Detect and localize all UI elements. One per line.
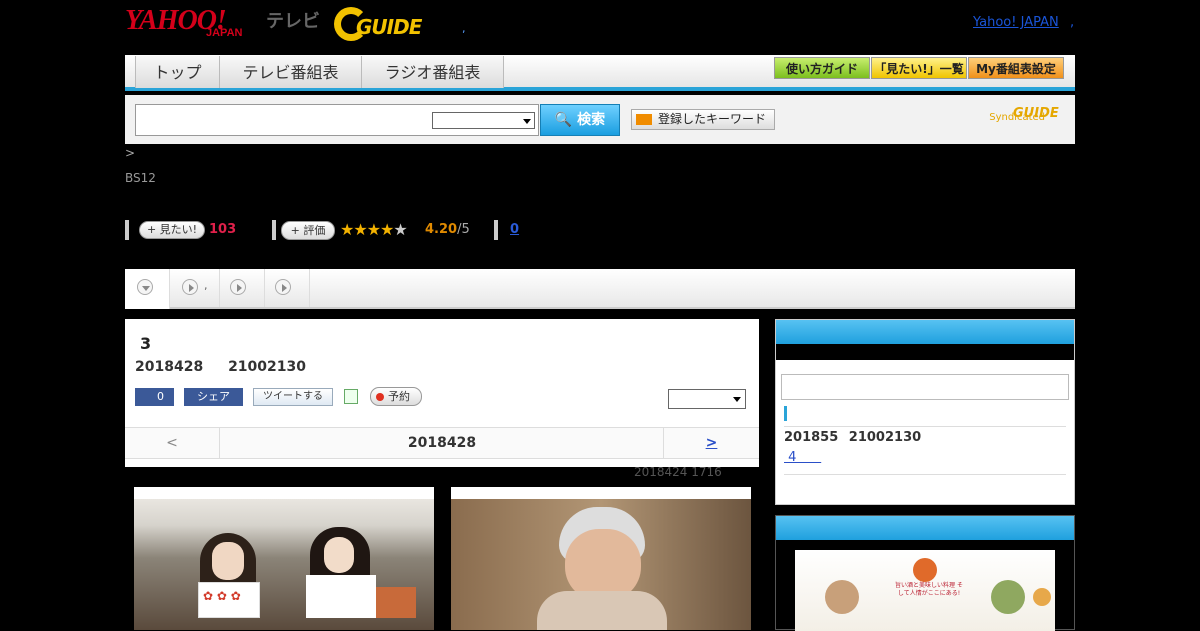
tv-logo-text[interactable]: テレビ	[266, 7, 320, 33]
keyword-arrow-icon	[636, 114, 652, 125]
sidebar-schedule-box: 201855 21002130 4	[775, 319, 1075, 505]
program-air-date: 2018428 21002130	[135, 359, 306, 375]
rating-stars-filled: ★★★★	[340, 220, 394, 239]
mitai-list-button[interactable]: 「見たい!」一覧	[871, 57, 967, 79]
gguide-logo-text: GUIDE	[356, 15, 422, 39]
episode-nav: < 2018428 >	[125, 427, 759, 459]
tab-play-icon	[230, 279, 246, 295]
review-count-link[interactable]: 0	[510, 222, 519, 237]
mitai-count: 103	[209, 222, 237, 237]
next-episode-link[interactable]: >	[663, 428, 759, 458]
gguide-logo[interactable]: GUIDE	[334, 7, 432, 41]
registered-keywords-label: 登録したキーワード	[658, 112, 767, 126]
yahoo-japan-logo-text: JAPAN	[206, 27, 243, 39]
registered-keywords-button[interactable]: 登録したキーワード	[631, 109, 775, 130]
rating-max: /5	[457, 222, 470, 237]
header-separator: ,	[462, 22, 466, 35]
rating-value: 4.20/5	[425, 222, 470, 237]
record-reservation-button[interactable]: 予約	[370, 387, 422, 406]
sidebar-divider	[784, 474, 1066, 475]
nav-tab-top[interactable]: トップ	[135, 56, 220, 88]
sidebar-ad-header	[776, 516, 1074, 540]
header-link-separator: ,	[1070, 15, 1075, 30]
rate-button[interactable]: + 評価	[281, 221, 335, 240]
ad-food-image	[1033, 588, 1051, 606]
my-listings-settings-button[interactable]: My番組表設定	[968, 57, 1064, 79]
sidebar-divider	[784, 426, 1066, 427]
sidebar-section-marker	[784, 406, 787, 421]
tab-chevron-down-icon	[137, 279, 153, 295]
search-button[interactable]: 🔍 検索	[540, 104, 620, 136]
yahoo-japan-link[interactable]: Yahoo! JAPAN	[973, 15, 1059, 30]
person-left-face	[212, 542, 244, 580]
tab-4[interactable]	[265, 269, 310, 307]
tab-play-icon	[275, 279, 291, 295]
program-stats: + 見たい! 103 + 評価 ★★★★★ 4.20/5 0	[125, 220, 545, 240]
program-select[interactable]	[668, 389, 746, 409]
gguide-mini-logo: GUIDE	[1013, 106, 1059, 121]
program-photo-elder[interactable]	[451, 487, 751, 630]
search-category-select[interactable]	[432, 112, 535, 129]
orange-sleeve	[376, 587, 416, 618]
sidebar-episode-link[interactable]: 4	[784, 450, 821, 465]
sidebar-box-header	[776, 320, 1074, 344]
mitai-button[interactable]: + 見たい!	[139, 221, 205, 239]
sidebar-box-title-bar	[776, 344, 1074, 360]
program-tabs: ,	[125, 269, 1075, 309]
search-bar: 🔍 検索 登録したキーワード Syndicated GUIDE	[125, 95, 1075, 144]
nav-tab-radio-listings[interactable]: ラジオ番組表	[362, 56, 504, 88]
sidebar-next-airdate: 201855 21002130	[784, 430, 922, 445]
facebook-like-button[interactable]: 0	[135, 388, 174, 406]
drama-ad-banner[interactable]: 旨い酒と美味しい料理 そして人情がここにある!	[795, 550, 1055, 631]
program-detail: 3 2018428 21002130 0 シェア ツイートする 予約 < 201…	[125, 319, 759, 467]
rating-star-empty: ★	[393, 220, 407, 239]
tab-2-label: ,	[204, 279, 208, 292]
program-title: 3	[140, 334, 152, 353]
stats-divider	[494, 220, 498, 240]
tab-2[interactable]: ,	[170, 269, 220, 307]
ad-food-image	[991, 580, 1025, 614]
ad-badge-icon	[913, 558, 937, 582]
stats-divider	[272, 220, 276, 240]
person-right-face	[324, 537, 354, 573]
current-episode-date: 2018428	[407, 435, 477, 451]
channel-name: BS12	[125, 171, 156, 185]
global-nav: トップ テレビ番組表 ラジオ番組表 使い方ガイド 「見たい!」一覧 My番組表設…	[125, 55, 1075, 91]
ad-tagline: 旨い酒と美味しい料理 そして人情がここにある!	[895, 582, 963, 597]
updated-timestamp: 2018424 1716	[634, 465, 722, 479]
tab-3[interactable]	[220, 269, 265, 307]
program-photo-kitchen[interactable]	[134, 487, 434, 630]
elder-body	[537, 591, 667, 630]
nav-tab-tv-listings[interactable]: テレビ番組表	[220, 56, 362, 88]
guide-button[interactable]: 使い方ガイド	[774, 57, 870, 79]
tab-overview[interactable]	[125, 269, 170, 309]
stats-divider	[125, 220, 129, 240]
rating-stars: ★★★★★	[340, 220, 408, 239]
tweet-button[interactable]: ツイートする	[253, 388, 333, 406]
sidebar-ad-box: 旨い酒と美味しい料理 そして人情がここにある!	[775, 515, 1075, 631]
ad-food-image	[825, 580, 859, 614]
prev-episode-button[interactable]: <	[125, 428, 220, 458]
rating-score: 4.20	[425, 222, 458, 237]
flower-apron	[198, 582, 260, 618]
white-apron	[306, 575, 376, 618]
sidebar-input[interactable]	[781, 374, 1069, 400]
facebook-share-button[interactable]: シェア	[184, 388, 243, 406]
calendar-add-icon[interactable]	[344, 389, 358, 404]
tab-play-icon	[182, 279, 198, 295]
breadcrumb[interactable]: >	[125, 146, 135, 160]
